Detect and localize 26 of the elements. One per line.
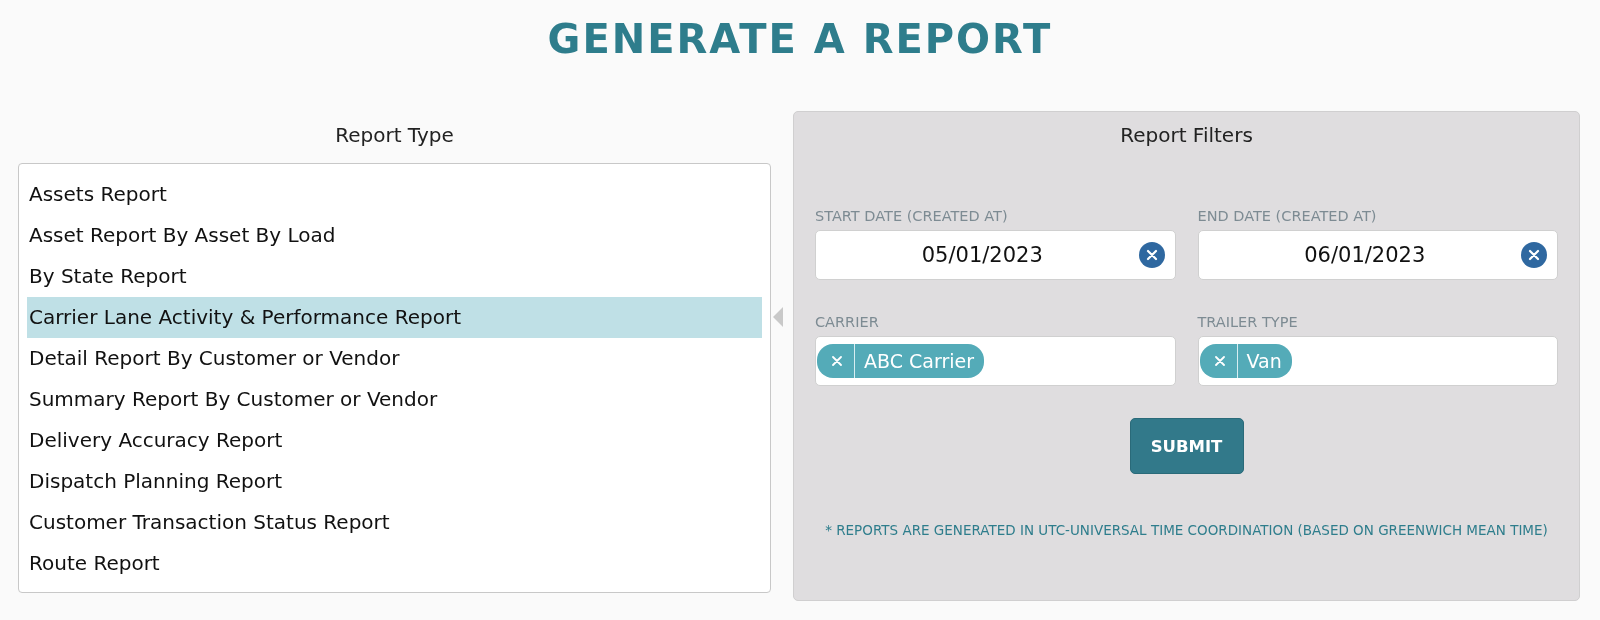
list-item[interactable]: Asset Report By Asset By Load	[27, 215, 762, 256]
date-field[interactable]: 06/01/2023	[1197, 230, 1558, 280]
field-label: START DATE (CREATED AT)	[815, 207, 1009, 226]
list-item[interactable]: Customer Transaction Status Report	[27, 502, 762, 543]
section-heading: Report Type	[334, 122, 455, 149]
remove-icon[interactable]	[1214, 356, 1225, 366]
list-item[interactable]: Detail Report By Customer or Vendor	[27, 338, 762, 379]
list-item[interactable]: Delivery Accuracy Report	[27, 420, 762, 461]
page-title: GENERATE A REPORT	[546, 15, 1054, 64]
date-field[interactable]: 05/01/2023	[815, 230, 1176, 280]
list-item[interactable]: Carrier Lane Activity & Performance Report	[27, 297, 762, 338]
section-heading: Report Filters	[1119, 122, 1254, 149]
submit-button[interactable]: SUBMIT	[1129, 418, 1244, 474]
clear-icon[interactable]	[1521, 242, 1547, 268]
field-label: TRAILER TYPE	[1197, 313, 1299, 332]
pointer-icon	[773, 307, 783, 327]
list-item[interactable]: By State Report	[27, 256, 762, 297]
clear-icon[interactable]	[1138, 242, 1165, 268]
note-text: * REPORTS ARE GENERATED IN UTC-UNIVERSAL TIME COORDINATION (BASED ON GREENWICH MEAN TIME)	[824, 521, 1549, 540]
remove-icon[interactable]	[832, 356, 842, 366]
list-item[interactable]: Dispatch Planning Report	[27, 461, 762, 502]
list-item[interactable]: Assets Report	[27, 174, 762, 215]
list-item[interactable]: Summary Report By Customer or Vendor	[27, 379, 762, 420]
field-label: END DATE (CREATED AT)	[1197, 207, 1378, 226]
list-item[interactable]: Route Report	[27, 543, 762, 584]
field-label: CARRIER	[815, 313, 880, 332]
